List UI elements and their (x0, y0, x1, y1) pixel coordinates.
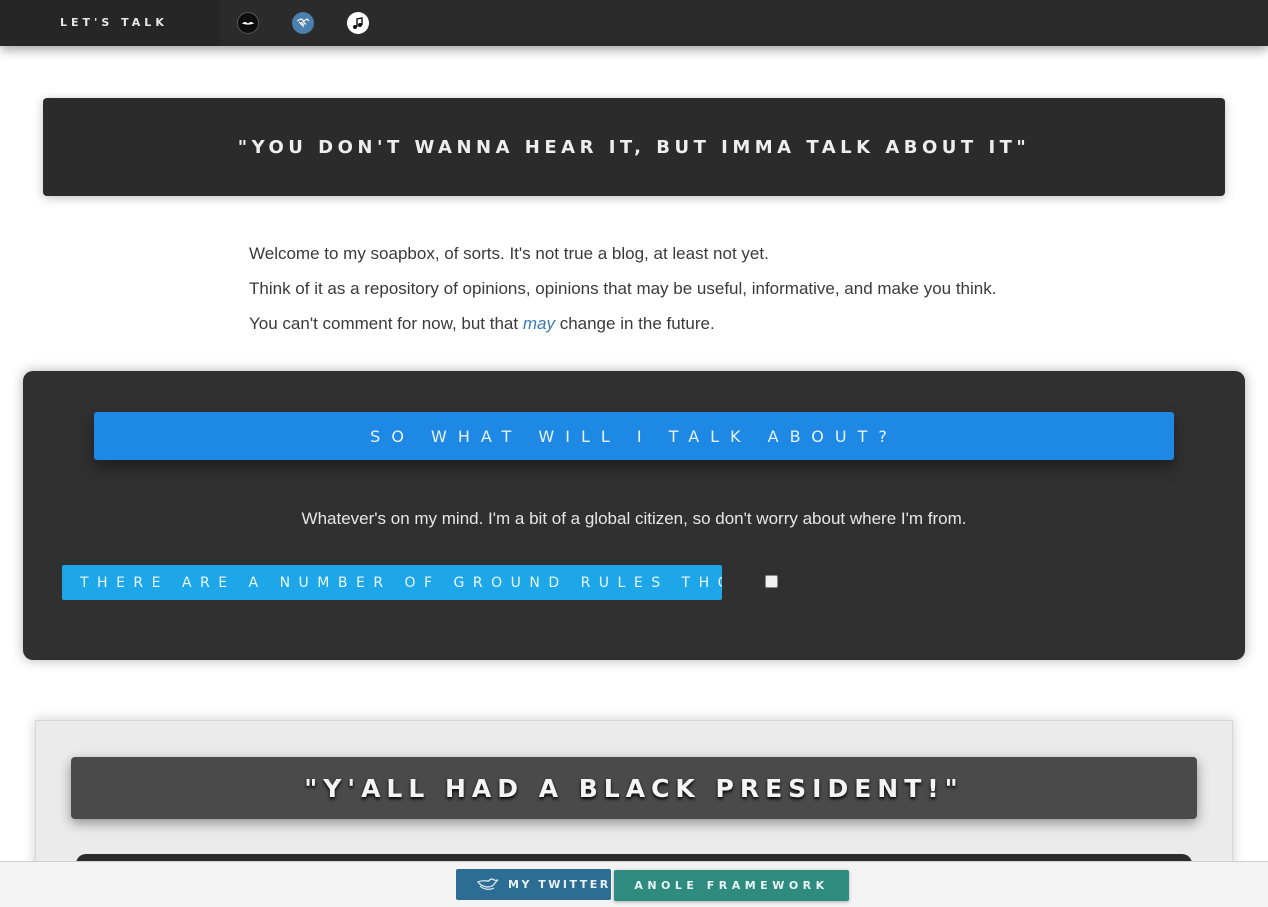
intro-line-comments-start: You can't comment for now, but that (249, 314, 523, 333)
topics-panel: SO WHAT WILL I TALK ABOUT? Whatever's on… (23, 371, 1245, 660)
footer-bar: MY TWITTER ANOLE FRAMEWORK (0, 861, 1268, 907)
my-twitter-label: MY TWITTER (508, 878, 611, 891)
mustache-icon[interactable] (237, 12, 259, 34)
top-nav: LET'S TALK (0, 0, 1268, 46)
brand-title[interactable]: LET'S TALK (0, 0, 220, 46)
topics-heading: SO WHAT WILL I TALK ABOUT? (94, 412, 1174, 460)
topics-description: Whatever's on my mind. I'm a bit of a gl… (301, 509, 967, 528)
bird-icon (477, 877, 499, 890)
intro-line-comments: You can't comment for now, but that may … (249, 306, 1049, 341)
hero-title: "YOU DON'T WANNA HEAR IT, BUT IMMA TALK … (237, 136, 1031, 158)
ground-rules-checkbox[interactable] (765, 575, 778, 588)
ground-rules-toggle[interactable]: THERE ARE A NUMBER OF GROUND RULES THOUG… (62, 565, 722, 600)
article-title: "Y'ALL HAD A BLACK PRESIDENT!" (71, 757, 1197, 819)
intro-line-comments-end: change in the future. (554, 314, 715, 333)
hero-banner: "YOU DON'T WANNA HEAR IT, BUT IMMA TALK … (43, 98, 1225, 196)
anole-framework-button[interactable]: ANOLE FRAMEWORK (614, 870, 849, 901)
may-emphasis: may (522, 314, 555, 333)
music-note-icon[interactable] (347, 12, 369, 34)
handshake-icon[interactable] (292, 12, 314, 34)
intro-text: Welcome to my soapbox, of sorts. It's no… (249, 236, 1049, 341)
my-twitter-button[interactable]: MY TWITTER (456, 869, 611, 900)
intro-line-repository: Think of it as a repository of opinions,… (249, 279, 997, 298)
intro-line-welcome: Welcome to my soapbox, of sorts. It's no… (249, 244, 769, 263)
